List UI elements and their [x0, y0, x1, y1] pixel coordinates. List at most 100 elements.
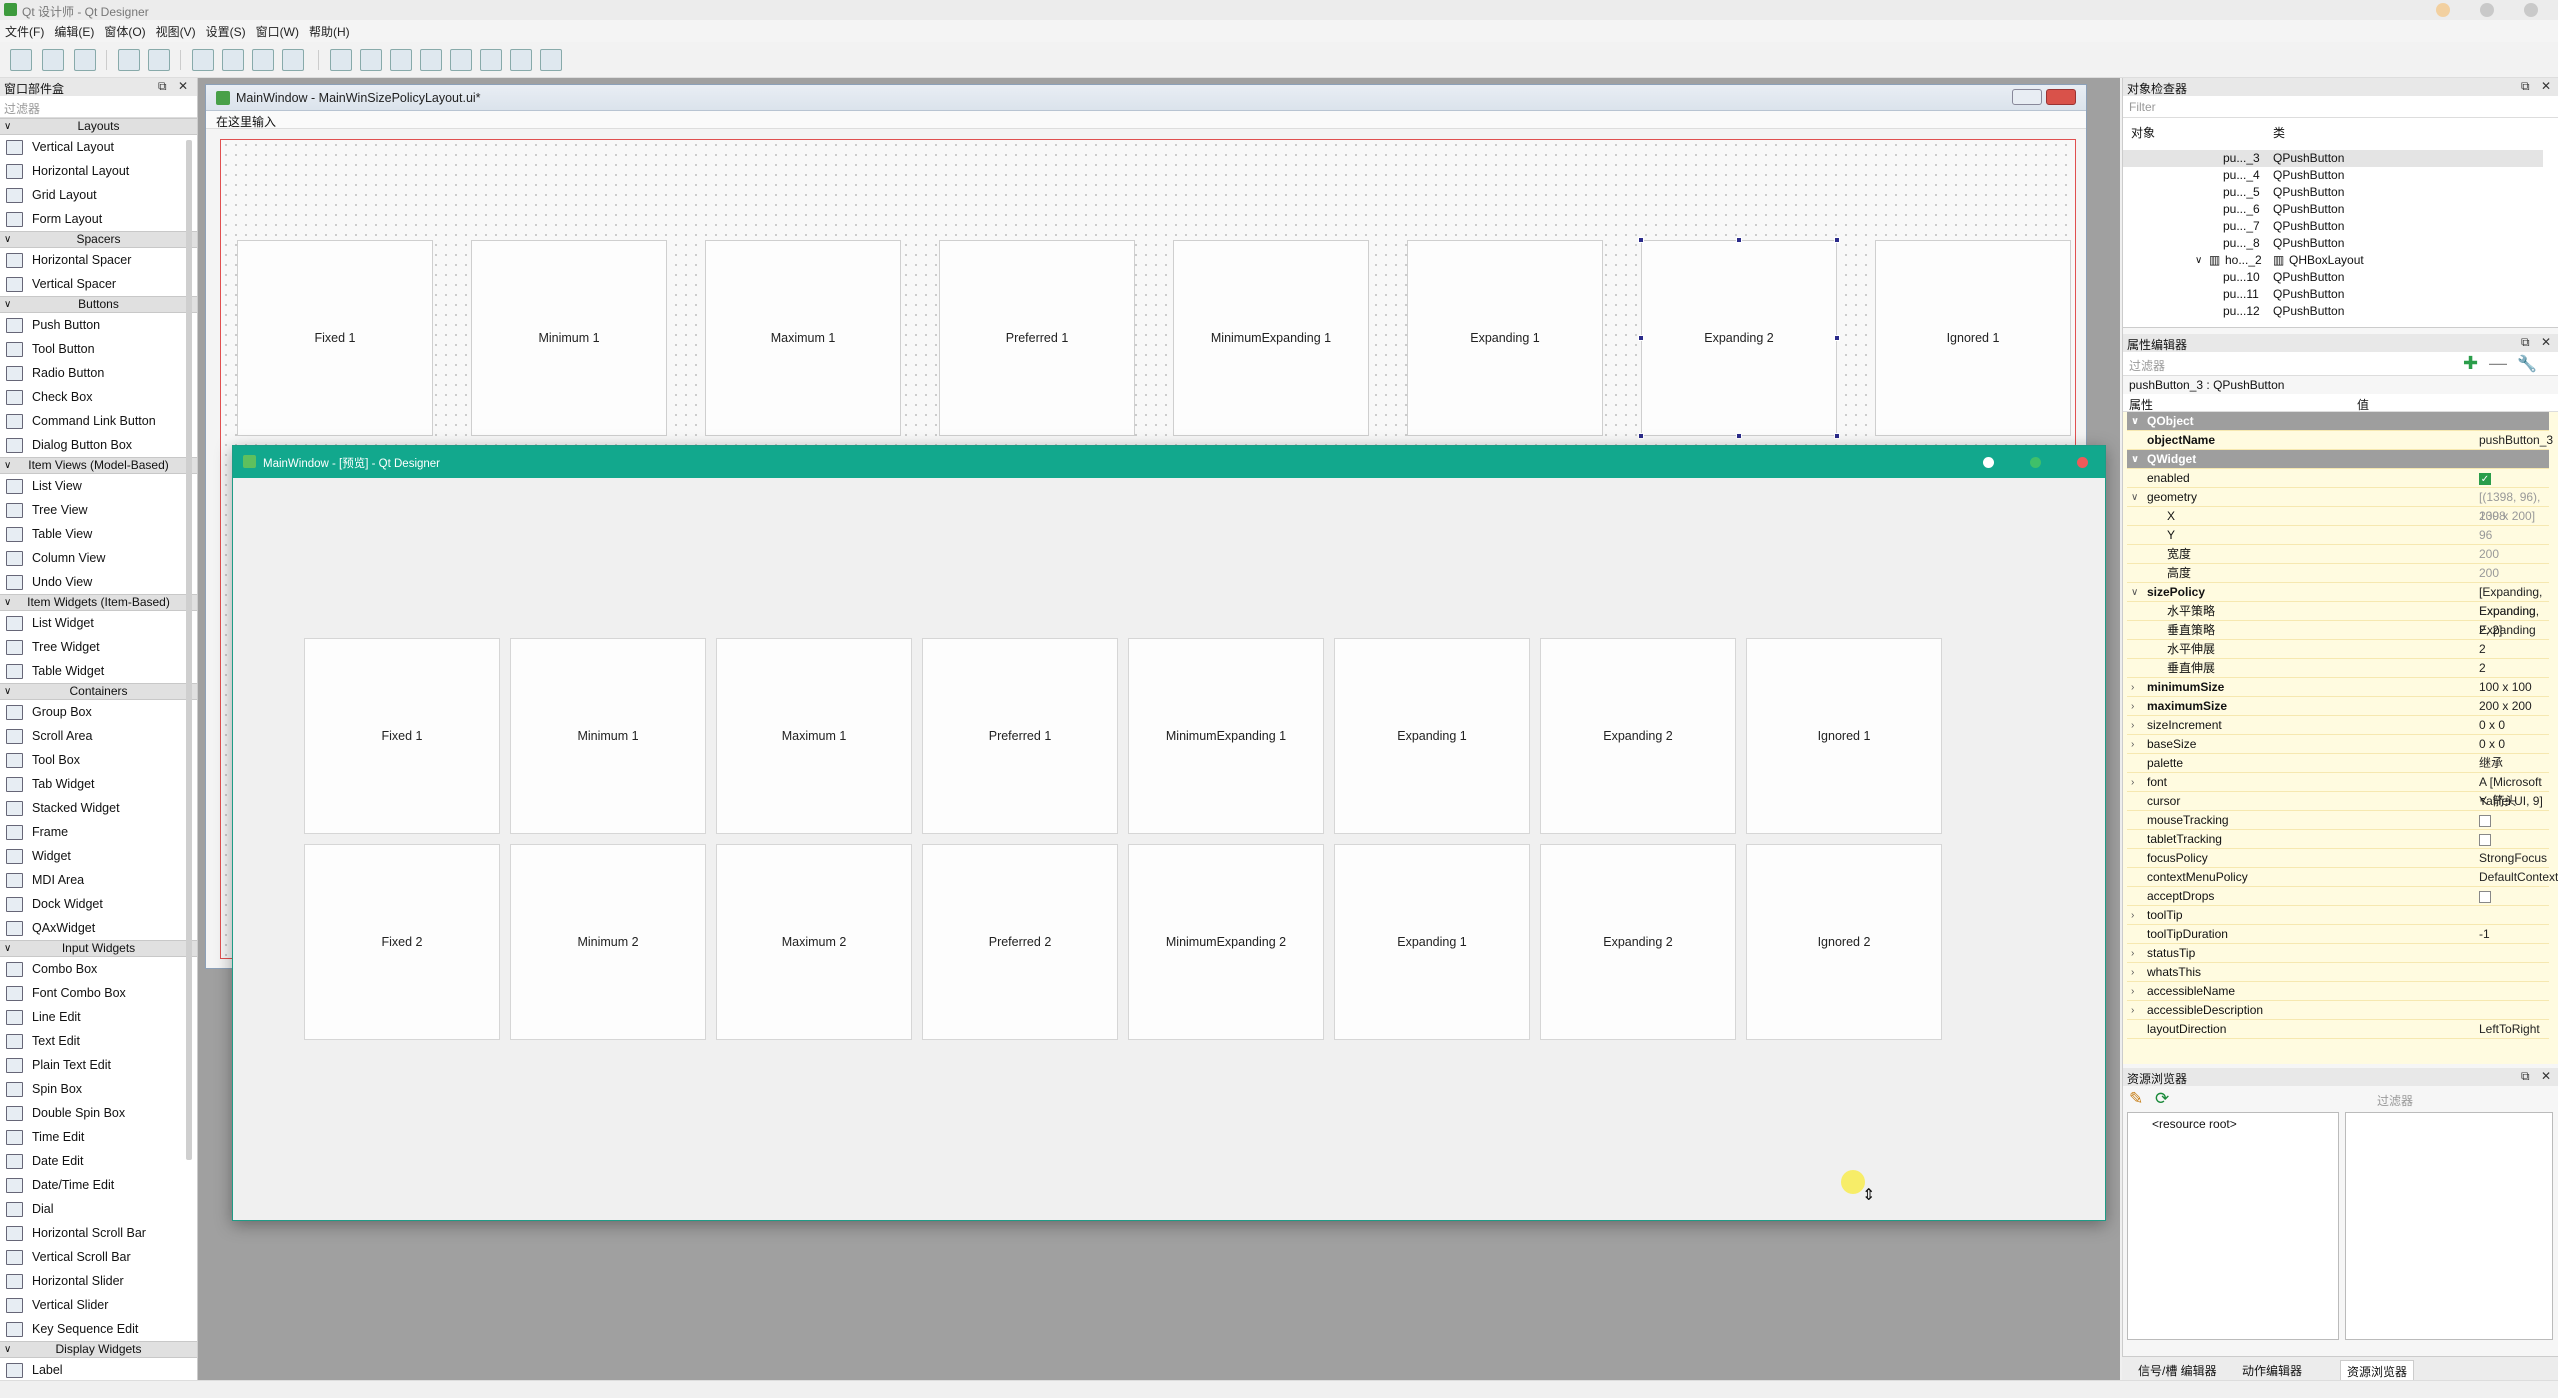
property-value[interactable]: ↖ 箭头 [2479, 792, 2516, 811]
property-value[interactable]: 1398 [2479, 507, 2506, 526]
widget-item[interactable]: Dialog Button Box [0, 433, 197, 457]
property-row[interactable]: › accessibleDescription [2127, 1001, 2549, 1020]
chevron-right-icon[interactable]: › [2131, 697, 2134, 716]
widget-item[interactable]: Tool Button [0, 337, 197, 361]
property-row[interactable]: Y 96 [2127, 526, 2549, 545]
preview-push-button[interactable]: Fixed 2 [304, 844, 500, 1040]
chevron-down-icon[interactable]: ∨ [4, 297, 11, 312]
property-row[interactable]: ∨ sizePolicy [Expanding, Expanding, 2, 2] [2127, 583, 2549, 637]
chevron-down-icon[interactable]: ∨ [2131, 583, 2138, 602]
chevron-down-icon[interactable]: ∨ [4, 1342, 11, 1357]
widget-item[interactable]: List View [0, 474, 197, 498]
widget-item[interactable]: Horizontal Slider [0, 1269, 197, 1293]
chevron-right-icon[interactable]: › [2131, 963, 2134, 982]
chevron-down-icon[interactable]: ∨ [4, 458, 11, 473]
widget-item[interactable]: Combo Box [0, 957, 197, 981]
widget-item[interactable]: Command Link Button [0, 409, 197, 433]
widget-item[interactable]: Form Layout [0, 207, 197, 231]
property-value[interactable]: 100 x 100 [2479, 678, 2532, 697]
form-push-button[interactable]: Maximum 1 [705, 240, 901, 436]
widget-item[interactable]: Widget [0, 844, 197, 868]
property-value[interactable]: 2 [2479, 640, 2486, 659]
form-push-button[interactable]: Minimum 1 [471, 240, 667, 436]
layout-grid-icon[interactable] [450, 49, 472, 71]
edit-tab-order-icon[interactable] [282, 49, 304, 71]
tools-icon[interactable]: 🔧 [2517, 354, 2537, 374]
preview-push-button[interactable]: Ignored 2 [1746, 844, 1942, 1040]
property-value[interactable]: StrongFocus [2479, 849, 2547, 868]
widget-item[interactable]: List Widget [0, 611, 197, 635]
chevron-down-icon[interactable]: ∨ [4, 684, 11, 699]
widget-category-header[interactable]: ∨ Spacers [0, 231, 197, 248]
selection-handle[interactable] [1834, 433, 1840, 439]
chevron-right-icon[interactable]: › [2131, 982, 2134, 1001]
checkbox-icon[interactable] [2479, 833, 2491, 846]
remove-property-icon[interactable]: — [2489, 353, 2507, 374]
chevron-down-icon[interactable]: ∨ [4, 941, 11, 956]
menu-item[interactable]: 文件(F) [0, 20, 49, 43]
property-row[interactable]: › sizeIncrement 0 x 0 [2127, 716, 2549, 735]
layout-v-splitter-icon[interactable] [420, 49, 442, 71]
widget-item[interactable]: MDI Area [0, 868, 197, 892]
preview-push-button[interactable]: MinimumExpanding 2 [1128, 844, 1324, 1040]
property-value[interactable]: LeftToRight [2479, 1020, 2540, 1039]
property-row[interactable]: 宽度 200 [2127, 545, 2549, 564]
checkbox-icon[interactable] [2479, 814, 2491, 827]
chevron-down-icon[interactable]: ∨ [2195, 252, 2202, 269]
resource-tree[interactable]: <resource root> [2127, 1112, 2339, 1340]
widget-item[interactable]: Double Spin Box [0, 1101, 197, 1125]
widget-item[interactable]: Vertical Layout [0, 135, 197, 159]
widget-item[interactable]: Vertical Slider [0, 1293, 197, 1317]
float-icon[interactable]: ⧉ [2521, 335, 2530, 350]
preview-push-button[interactable]: Expanding 1 [1334, 638, 1530, 834]
widget-item[interactable]: Spin Box [0, 1077, 197, 1101]
chevron-down-icon[interactable]: ∨ [4, 232, 11, 247]
widget-item[interactable]: Horizontal Spacer [0, 248, 197, 272]
selection-handle[interactable] [1736, 237, 1742, 243]
checkbox-icon[interactable] [2479, 890, 2491, 903]
widget-category-header[interactable]: ∨ Buttons [0, 296, 197, 313]
checkbox-icon[interactable]: ✓ [2479, 472, 2491, 485]
preview-push-button[interactable]: Maximum 1 [716, 638, 912, 834]
edit-buddies-icon[interactable] [252, 49, 274, 71]
property-row[interactable]: tabletTracking [2127, 830, 2549, 849]
widget-category-header[interactable]: ∨ Item Views (Model-Based) [0, 457, 197, 474]
maximize-icon[interactable] [2030, 457, 2041, 468]
widget-item[interactable]: Dial [0, 1197, 197, 1221]
property-row[interactable]: › font A [Microsoft YaHei UI, 9] [2127, 773, 2549, 808]
new-file-icon[interactable] [10, 49, 32, 71]
resource-files[interactable] [2345, 1112, 2553, 1340]
widget-item[interactable]: Label [0, 1358, 197, 1382]
chevron-right-icon[interactable]: › [2131, 1001, 2134, 1020]
form-menubar[interactable]: 在这里输入 [206, 111, 2086, 129]
property-row[interactable]: layoutDirection LeftToRight [2127, 1020, 2549, 1039]
chevron-right-icon[interactable]: › [2131, 906, 2134, 925]
preview-push-button[interactable]: MinimumExpanding 1 [1128, 638, 1324, 834]
menu-item[interactable]: 帮助(H) [304, 20, 355, 43]
property-value[interactable]: 200 [2479, 564, 2499, 583]
preview-push-button[interactable]: Minimum 1 [510, 638, 706, 834]
minimize-icon[interactable] [2012, 89, 2042, 105]
open-file-icon[interactable] [42, 49, 64, 71]
tree-row[interactable]: ∨ ▥ ▥ ho..._2 QHBoxLayout [2123, 252, 2543, 269]
widget-item[interactable]: Date/Time Edit [0, 1173, 197, 1197]
chevron-right-icon[interactable]: › [2131, 716, 2134, 735]
float-icon[interactable]: ⧉ [2521, 79, 2530, 94]
chevron-down-icon[interactable]: ∨ [4, 119, 11, 134]
property-row[interactable]: › toolTip [2127, 906, 2549, 925]
close-icon[interactable]: ✕ [2541, 335, 2551, 349]
chevron-right-icon[interactable]: › [2131, 678, 2134, 697]
property-value[interactable]: 96 [2479, 526, 2492, 545]
tree-row[interactable]: pu..._3 QPushButton [2123, 150, 2543, 167]
tree-row[interactable]: pu..._8 QPushButton [2123, 235, 2543, 252]
property-row[interactable]: › minimumSize 100 x 100 [2127, 678, 2549, 697]
widget-item[interactable]: Text Edit [0, 1029, 197, 1053]
form-push-button[interactable]: Preferred 1 [939, 240, 1135, 436]
close-icon[interactable]: ✕ [178, 79, 188, 93]
menu-item[interactable]: 窗口(W) [251, 20, 304, 43]
widget-item[interactable]: Tree View [0, 498, 197, 522]
edit-widgets-icon[interactable] [192, 49, 214, 71]
widget-item[interactable]: Line Edit [0, 1005, 197, 1029]
form-push-button[interactable]: Fixed 1 [237, 240, 433, 436]
close-icon[interactable]: ✕ [2541, 79, 2551, 93]
